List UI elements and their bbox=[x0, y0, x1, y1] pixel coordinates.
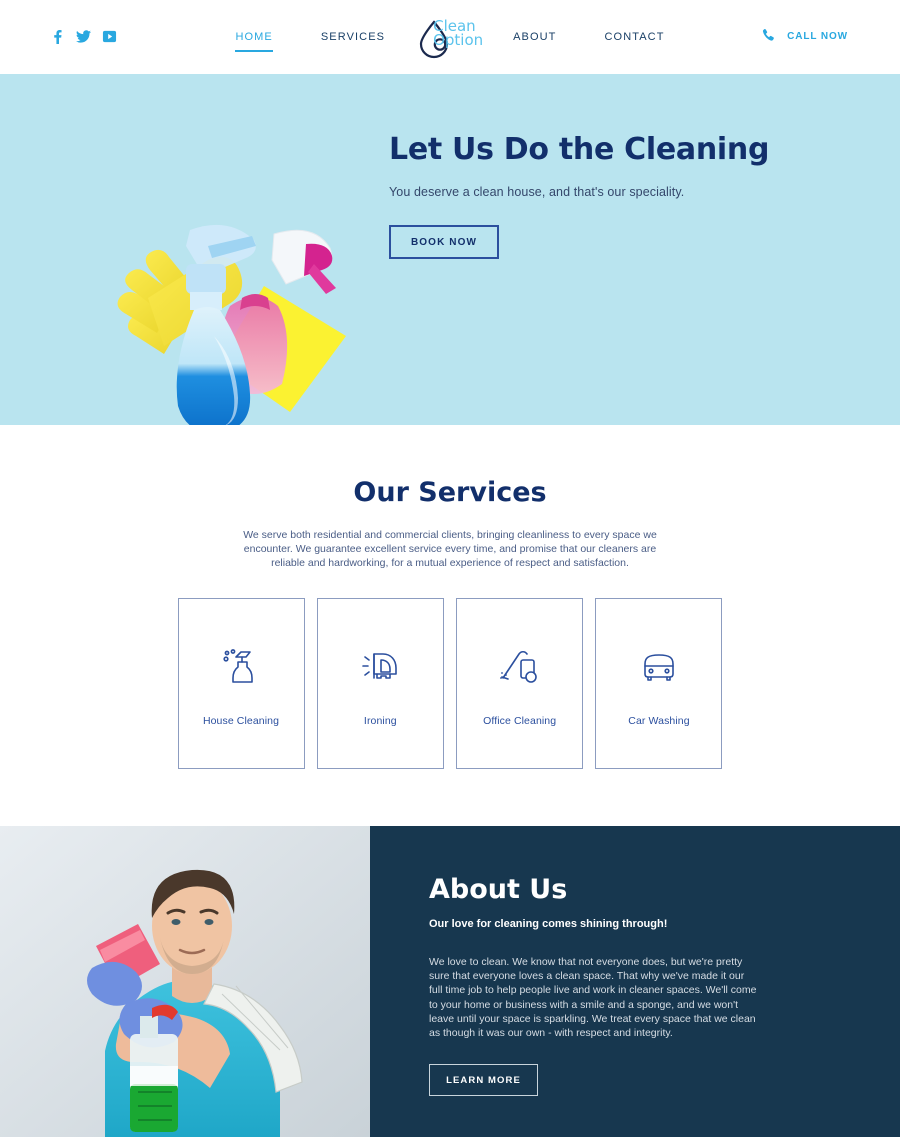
social-links bbox=[50, 29, 117, 44]
nav-item-about[interactable]: ABOUT bbox=[489, 31, 580, 43]
landing-page: HOME SERVICES Clean Option ABOUT CONTACT bbox=[0, 0, 900, 1137]
car-front-icon bbox=[636, 644, 682, 690]
service-card-car-washing[interactable]: Car Washing bbox=[595, 598, 723, 769]
site-header: HOME SERVICES Clean Option ABOUT CONTACT bbox=[0, 0, 900, 74]
facebook-icon[interactable] bbox=[50, 29, 65, 44]
nav-item-contact[interactable]: CONTACT bbox=[581, 31, 689, 43]
service-card-ironing[interactable]: Ironing bbox=[316, 598, 444, 769]
about-image bbox=[0, 826, 370, 1137]
learn-more-button[interactable]: LEARN MORE bbox=[429, 1064, 538, 1097]
spray-bottle-icon bbox=[218, 644, 264, 690]
phone-icon bbox=[763, 29, 774, 41]
services-title: Our Services bbox=[353, 477, 547, 508]
site-logo[interactable]: Clean Option bbox=[413, 13, 485, 61]
logo-wordmark: Clean Option bbox=[433, 19, 484, 49]
nav-item-home[interactable]: HOME bbox=[211, 31, 296, 52]
logo-line-2: Option bbox=[433, 31, 484, 49]
youtube-icon[interactable] bbox=[102, 29, 117, 44]
service-card-office-cleaning[interactable]: Office Cleaning bbox=[456, 598, 584, 769]
clothes-iron-icon bbox=[357, 644, 403, 690]
hero-copy: Let Us Do the Cleaning You deserve a cle… bbox=[389, 132, 829, 259]
about-section: About Us Our love for cleaning comes shi… bbox=[0, 826, 900, 1137]
about-title: About Us bbox=[429, 874, 568, 905]
call-now-button[interactable]: CALL NOW bbox=[761, 28, 848, 44]
service-card-house-cleaning[interactable]: House Cleaning bbox=[177, 598, 305, 769]
call-now-label: CALL NOW bbox=[787, 30, 848, 42]
hero-subtitle: You deserve a clean house, and that's ou… bbox=[389, 185, 685, 199]
about-body: We love to clean. We know that not every… bbox=[429, 956, 757, 1040]
book-now-button[interactable]: BOOK NOW bbox=[389, 225, 499, 259]
hero-title: Let Us Do the Cleaning bbox=[389, 132, 770, 167]
services-card-list: House Cleaning Ironing Office Cleaning C… bbox=[177, 598, 723, 769]
twitter-icon[interactable] bbox=[76, 29, 91, 44]
vacuum-cleaner-icon bbox=[497, 644, 543, 690]
services-section: Our Services We serve both residential a… bbox=[0, 425, 900, 826]
service-card-label: House Cleaning bbox=[202, 715, 280, 727]
service-card-label: Office Cleaning bbox=[483, 715, 557, 727]
hero-section: Let Us Do the Cleaning You deserve a cle… bbox=[0, 74, 900, 425]
services-description: We serve both residential and commercial… bbox=[243, 529, 657, 569]
hero-image bbox=[78, 186, 366, 425]
service-card-label: Ironing bbox=[363, 715, 397, 727]
service-card-label: Car Washing bbox=[628, 715, 690, 727]
about-copy: About Us Our love for cleaning comes shi… bbox=[429, 874, 759, 1097]
about-tagline: Our love for cleaning comes shining thro… bbox=[429, 918, 668, 930]
nav-item-services[interactable]: SERVICES bbox=[297, 31, 409, 43]
